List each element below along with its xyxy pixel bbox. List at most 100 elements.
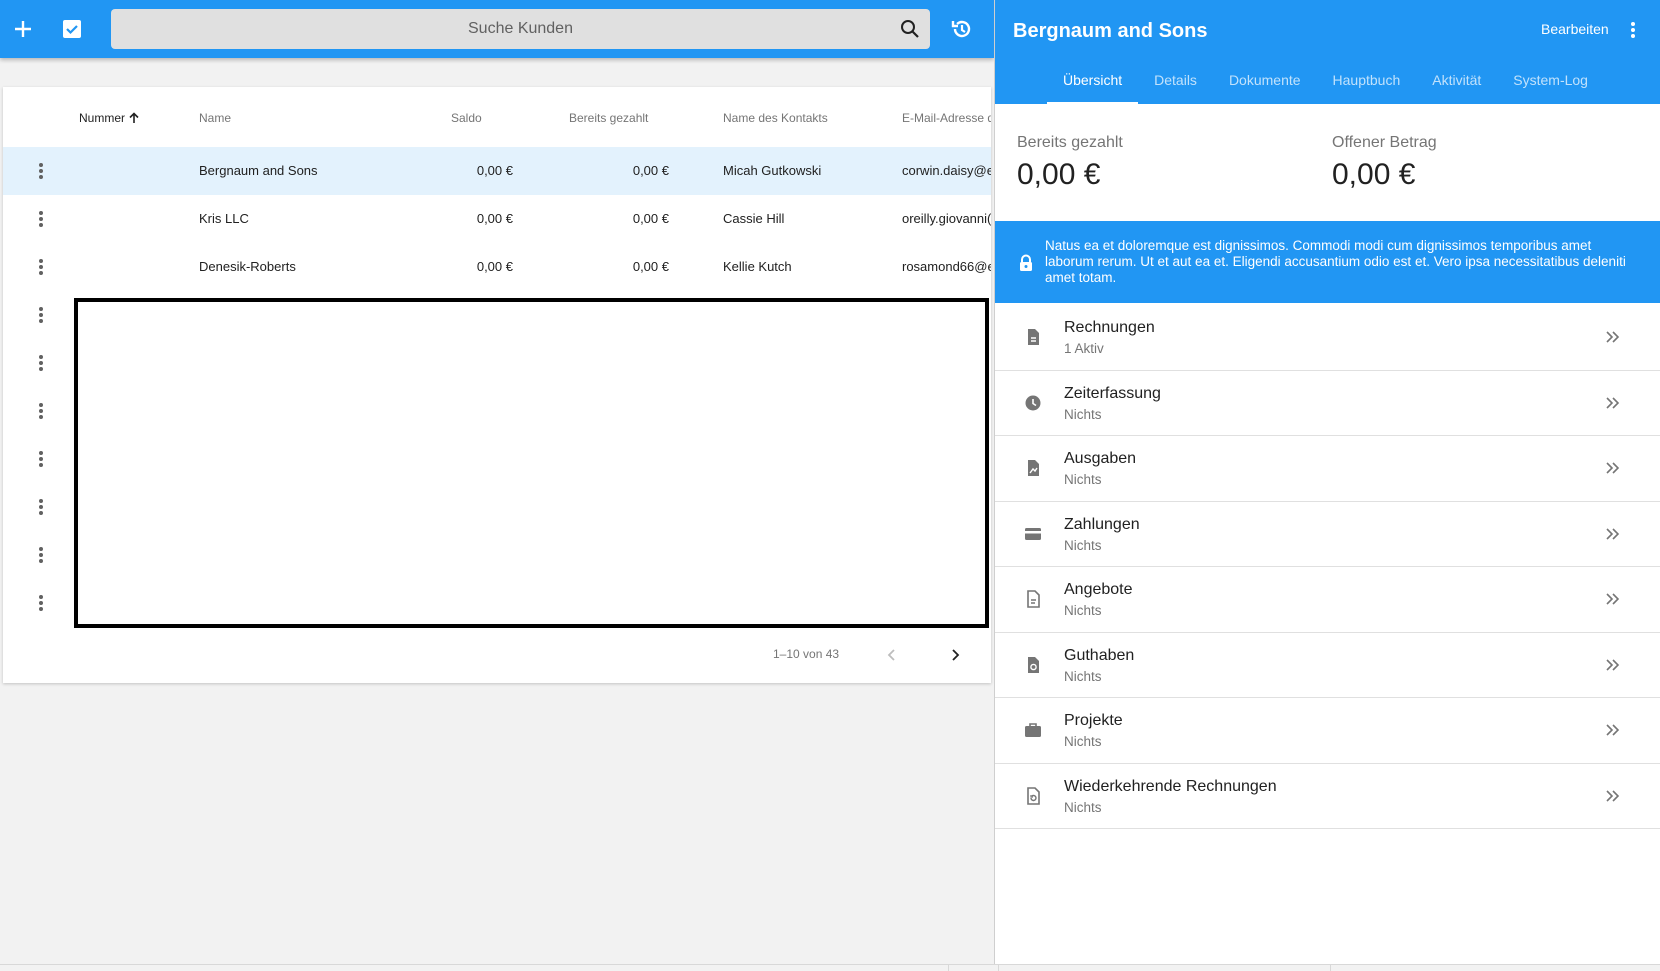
search-input[interactable] xyxy=(111,9,930,49)
customer-detail-panel: Bergnaum and Sons Bearbeiten Übersicht D… xyxy=(994,0,1660,971)
column-header-email[interactable]: E-Mail-Adresse d xyxy=(902,111,991,125)
row-menu-icon[interactable] xyxy=(29,207,53,231)
cell-paid: 0,00 € xyxy=(632,211,669,226)
list-item-expenses[interactable]: Ausgaben Nichts xyxy=(995,436,1660,502)
list-item-title: Rechnungen xyxy=(1064,319,1155,336)
table-row[interactable]: Kris LLC 0,00 € 0,00 € Cassie Hill oreil… xyxy=(3,195,991,243)
stat-value: 0,00 € xyxy=(1332,158,1416,191)
table-header: Nummer Name Saldo Bereits gezahlt Name d… xyxy=(3,87,991,147)
cell-balance: 0,00 € xyxy=(476,211,513,226)
list-item-subtitle: Nichts xyxy=(1064,668,1102,684)
invoice-icon xyxy=(1024,328,1042,346)
row-menu-icon[interactable] xyxy=(29,543,53,567)
pagination-label: 1–10 von 43 xyxy=(773,647,840,661)
tab-documents[interactable]: Dokumente xyxy=(1213,60,1317,104)
chevron-right-icon[interactable] xyxy=(943,643,967,667)
row-menu-icon[interactable] xyxy=(29,255,53,279)
cell-email: corwin.daisy@e xyxy=(902,163,991,178)
edit-button[interactable]: Bearbeiten xyxy=(1541,21,1609,37)
cell-name: Denesik-Roberts xyxy=(199,259,296,274)
list-item-credits[interactable]: Guthaben Nichts xyxy=(995,633,1660,698)
quote-icon xyxy=(1024,590,1042,608)
cell-name: Bergnaum and Sons xyxy=(199,163,318,178)
stat-value: 0,00 € xyxy=(1017,158,1101,191)
list-item-recurring-invoices[interactable]: Wiederkehrende Rechnungen Nichts xyxy=(995,764,1660,829)
stat-label: Offener Betrag xyxy=(1332,134,1437,151)
column-header-paid[interactable]: Bereits gezahlt xyxy=(569,111,648,125)
credit-card-icon xyxy=(1024,525,1042,543)
double-chevron-right-icon xyxy=(1603,458,1623,478)
table-row[interactable]: Denesik-Roberts 0,00 € 0,00 € Kellie Kut… xyxy=(3,243,991,291)
list-item-title: Ausgaben xyxy=(1064,450,1137,467)
list-item-invoices[interactable]: Rechnungen 1 Aktiv xyxy=(995,305,1660,371)
list-item-time-tracking[interactable]: Zeiterfassung Nichts xyxy=(995,371,1660,436)
top-bar xyxy=(0,0,994,58)
list-item-subtitle: Nichts xyxy=(1064,537,1102,553)
list-item-projects[interactable]: Projekte Nichts xyxy=(995,698,1660,764)
tab-overview[interactable]: Übersicht xyxy=(1047,60,1139,104)
cell-name: Kris LLC xyxy=(199,211,249,226)
row-menu-icon[interactable] xyxy=(29,447,53,471)
stat-paid: Bereits gezahlt 0,00 € xyxy=(1017,134,1123,192)
divider xyxy=(998,964,999,971)
chevron-left-icon[interactable] xyxy=(880,643,904,667)
tab-details[interactable]: Details xyxy=(1138,60,1213,104)
row-menu-icon[interactable] xyxy=(29,351,53,375)
credit-icon xyxy=(1024,656,1042,674)
double-chevron-right-icon xyxy=(1603,327,1623,347)
row-menu-icon[interactable] xyxy=(29,159,53,183)
double-chevron-right-icon xyxy=(1603,393,1623,413)
list-item-title: Zahlungen xyxy=(1064,515,1140,533)
plus-icon[interactable] xyxy=(9,15,37,43)
panel-title: Bergnaum and Sons xyxy=(1013,20,1208,42)
list-item-quotes[interactable]: Angebote Nichts xyxy=(995,567,1660,633)
customer-table-card: Nummer Name Saldo Bereits gezahlt Name d… xyxy=(3,87,991,683)
list-item-title: Zeiterfassung xyxy=(1064,384,1161,402)
list-item-subtitle: 1 Aktiv xyxy=(1064,341,1104,356)
search-box xyxy=(111,9,930,49)
tab-ledger[interactable]: Hauptbuch xyxy=(1317,60,1417,104)
list-item-payments[interactable]: Zahlungen Nichts xyxy=(995,502,1660,567)
cell-contact: Cassie Hill xyxy=(723,211,785,226)
expense-icon xyxy=(1024,459,1042,477)
lock-icon xyxy=(1017,254,1035,272)
column-header-balance[interactable]: Saldo xyxy=(451,111,482,125)
double-chevron-right-icon xyxy=(1603,589,1623,609)
clock-icon xyxy=(1024,394,1042,412)
list-item-subtitle: Nichts xyxy=(1064,799,1102,815)
list-item-subtitle: Nichts xyxy=(1064,406,1102,422)
list-item-subtitle: Nichts xyxy=(1064,734,1102,749)
search-icon[interactable] xyxy=(900,19,920,39)
recurring-invoice-icon xyxy=(1024,786,1042,805)
divider xyxy=(948,964,949,971)
double-chevron-right-icon xyxy=(1603,524,1623,544)
column-header-number[interactable]: Nummer xyxy=(79,111,140,127)
cell-balance: 0,00 € xyxy=(476,163,513,178)
banner-text: Natus ea et doloremque est dignissimos. … xyxy=(1045,238,1626,285)
panel-header: Bergnaum and Sons Bearbeiten Übersicht D… xyxy=(995,0,1660,104)
stat-label: Bereits gezahlt xyxy=(1017,134,1123,151)
cell-paid: 0,00 € xyxy=(632,163,669,178)
table-row[interactable]: Bergnaum and Sons 0,00 € 0,00 € Micah Gu… xyxy=(3,147,991,195)
column-header-name[interactable]: Name xyxy=(199,111,231,125)
list-item-subtitle: Nichts xyxy=(1064,472,1102,487)
row-menu-icon[interactable] xyxy=(29,399,53,423)
checkbox-icon[interactable] xyxy=(58,15,86,43)
briefcase-icon xyxy=(1024,721,1042,739)
row-menu-icon[interactable] xyxy=(29,303,53,327)
sort-ascending-icon xyxy=(128,112,140,127)
private-notes-banner: Natus ea et doloremque est dignissimos. … xyxy=(995,221,1660,303)
more-vert-icon[interactable] xyxy=(1623,18,1643,42)
row-menu-icon[interactable] xyxy=(29,591,53,615)
row-menu-icon[interactable] xyxy=(29,495,53,519)
column-header-contact[interactable]: Name des Kontakts xyxy=(723,111,828,125)
cell-balance: 0,00 € xyxy=(476,259,513,274)
redacted-area xyxy=(74,298,989,628)
tab-system-log[interactable]: System-Log xyxy=(1497,60,1604,104)
tab-activity[interactable]: Aktivität xyxy=(1416,60,1497,104)
divider xyxy=(1330,964,1331,971)
history-icon[interactable] xyxy=(948,15,976,43)
list-item-title: Angebote xyxy=(1064,581,1133,598)
bottom-scrollbar-area xyxy=(0,964,1660,971)
double-chevron-right-icon xyxy=(1603,786,1623,806)
